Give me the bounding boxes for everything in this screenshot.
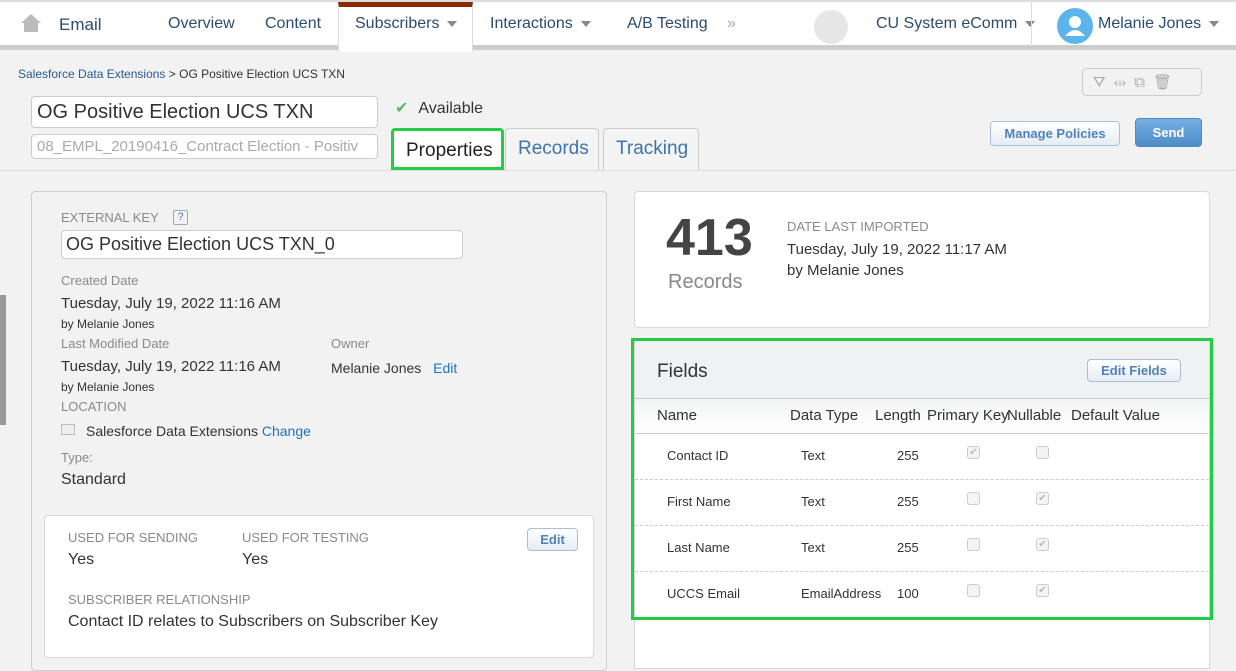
owner: Melanie Jones Edit — [331, 360, 457, 376]
modified-date: Tuesday, July 19, 2022 11:16 AM — [61, 358, 281, 375]
nav-subscribers-label: Subscribers — [355, 15, 440, 32]
help-icon[interactable]: ? — [173, 210, 188, 225]
manage-policies-button[interactable]: Manage Policies — [990, 121, 1120, 146]
subscriber-relationship-label: SUBSCRIBER RELATIONSHIP — [68, 592, 251, 607]
type-value: Standard — [61, 471, 126, 488]
app-name[interactable]: Email — [59, 15, 102, 35]
location-name: Salesforce Data Extensions — [86, 423, 258, 439]
user-name: Melanie Jones — [1098, 15, 1202, 32]
user-menu[interactable]: Melanie Jones — [1098, 15, 1220, 33]
nav-ab-testing[interactable]: A/B Testing — [627, 15, 708, 33]
used-for-testing: Yes — [242, 551, 269, 568]
usage-edit-button[interactable]: Edit — [527, 528, 578, 551]
business-unit-label: CU System eComm — [876, 15, 1018, 32]
tab-records[interactable]: Records — [505, 128, 599, 170]
chevron-down-icon — [1209, 20, 1220, 27]
nav-interactions-label: Interactions — [490, 15, 573, 32]
side-drawer-handle[interactable] — [0, 295, 6, 425]
location: Salesforce Data Extensions Change — [86, 423, 311, 439]
nav-subscribers[interactable]: Subscribers — [355, 15, 458, 33]
created-date-label: Created Date — [61, 273, 139, 288]
record-count: 413 — [666, 209, 753, 267]
fields-highlight — [631, 338, 1213, 620]
toolbar: ⛛⇹⧉🗑 — [1082, 68, 1202, 96]
filter-icon[interactable]: ⛛ — [1093, 74, 1114, 91]
nav-interactions[interactable]: Interactions — [490, 15, 591, 33]
owner-edit-link[interactable]: Edit — [433, 360, 457, 376]
divider — [1031, 2, 1032, 47]
status: ✔ Available — [395, 98, 483, 118]
name-input[interactable]: OG Positive Election UCS TXN — [31, 96, 378, 128]
created-by: by Melanie Jones — [61, 317, 155, 331]
tab-tracking[interactable]: Tracking — [603, 128, 699, 170]
used-for-sending: Yes — [68, 551, 95, 568]
owner-name: Melanie Jones — [331, 360, 422, 376]
location-change-link[interactable]: Change — [262, 423, 311, 439]
description-input[interactable]: 08_EMPL_20190416_Contract Election - Pos… — [31, 134, 378, 159]
modified-date-label: Last Modified Date — [61, 336, 170, 351]
date-last-imported: Tuesday, July 19, 2022 11:17 AM — [787, 241, 1007, 258]
status-text: Available — [418, 100, 484, 117]
tab-properties[interactable]: Properties — [391, 128, 504, 170]
breadcrumb-root[interactable]: Salesforce Data Extensions — [18, 67, 165, 81]
imported-by: by Melanie Jones — [787, 262, 904, 279]
nav-more[interactable]: » — [727, 15, 736, 33]
divider — [0, 170, 1236, 171]
chevron-down-icon — [447, 20, 458, 27]
location-label: LOCATION — [61, 399, 127, 414]
business-unit-switcher[interactable]: CU System eComm — [876, 15, 1036, 33]
external-key-input[interactable]: OG Positive Election UCS TXN_0 — [61, 230, 463, 259]
breadcrumb-current: OG Positive Election UCS TXN — [179, 67, 345, 81]
copy-icon[interactable]: ⧉ — [1134, 74, 1153, 91]
home-icon[interactable] — [20, 12, 42, 34]
user-avatar-icon — [1057, 8, 1093, 44]
breadcrumb: Salesforce Data Extensions > OG Positive… — [18, 67, 345, 81]
breadcrumb-separator: > — [168, 67, 176, 81]
trash-icon[interactable]: 🗑 — [1153, 74, 1180, 91]
owner-label: Owner — [331, 336, 370, 351]
date-last-imported-label: DATE LAST IMPORTED — [787, 219, 929, 234]
used-for-sending-label: USED FOR SENDING — [68, 530, 199, 545]
nav-content[interactable]: Content — [265, 15, 321, 33]
modified-by: by Melanie Jones — [61, 380, 155, 394]
records-label: Records — [668, 271, 743, 293]
compare-icon[interactable]: ⇹ — [1114, 74, 1135, 91]
external-key-label: EXTERNAL KEY — [61, 210, 159, 225]
type-label: Type: — [61, 450, 93, 465]
created-date: Tuesday, July 19, 2022 11:16 AM — [61, 295, 281, 312]
subscriber-relationship: Contact ID relates to Subscribers on Sub… — [68, 613, 438, 630]
business-unit-avatar — [814, 10, 848, 44]
nav-overview[interactable]: Overview — [168, 15, 235, 33]
check-icon: ✔ — [395, 100, 409, 117]
chevron-down-icon — [580, 20, 591, 27]
send-button[interactable]: Send — [1135, 118, 1202, 147]
used-for-testing-label: USED FOR TESTING — [242, 530, 369, 545]
folder-icon — [61, 424, 75, 435]
